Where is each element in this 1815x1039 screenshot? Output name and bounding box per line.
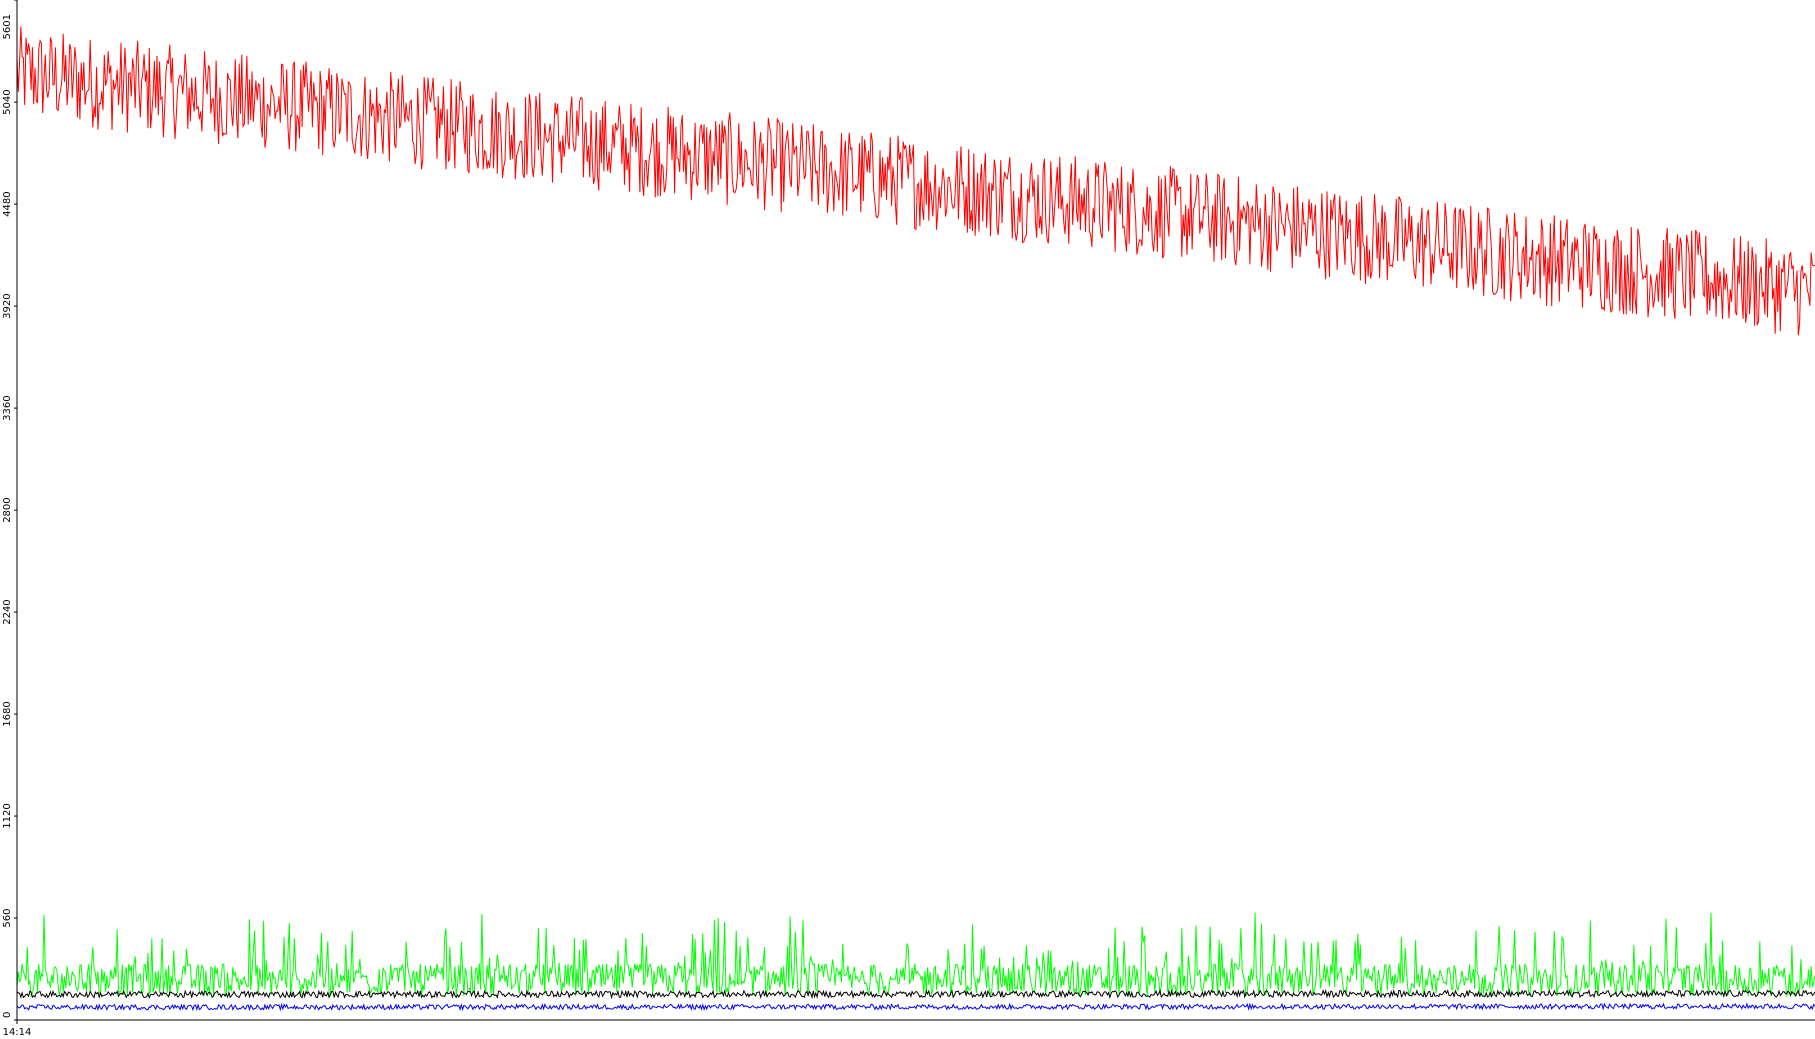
plot-background	[0, 0, 1815, 1039]
y-tick-label: 1680	[2, 701, 13, 726]
y-tick-label: 0	[2, 1012, 13, 1018]
line-chart: 0 560 1120 1680 2240 2800 3360 3920 4480 5040 5601…	[0, 0, 1815, 1039]
y-tick-label: 1120	[2, 803, 13, 828]
y-tick-label: 3920	[2, 293, 13, 318]
y-tick-label: 4480	[2, 191, 13, 216]
y-tick-label: 3360	[2, 395, 13, 420]
y-tick-label: 5040	[2, 89, 13, 114]
y-tick-label: 5601	[2, 14, 13, 39]
y-tick-label: 2240	[2, 599, 13, 624]
x-tick-label: 14:14	[3, 1027, 32, 1038]
y-tick-label: 560	[2, 908, 13, 927]
y-tick-label: 2800	[2, 497, 13, 522]
